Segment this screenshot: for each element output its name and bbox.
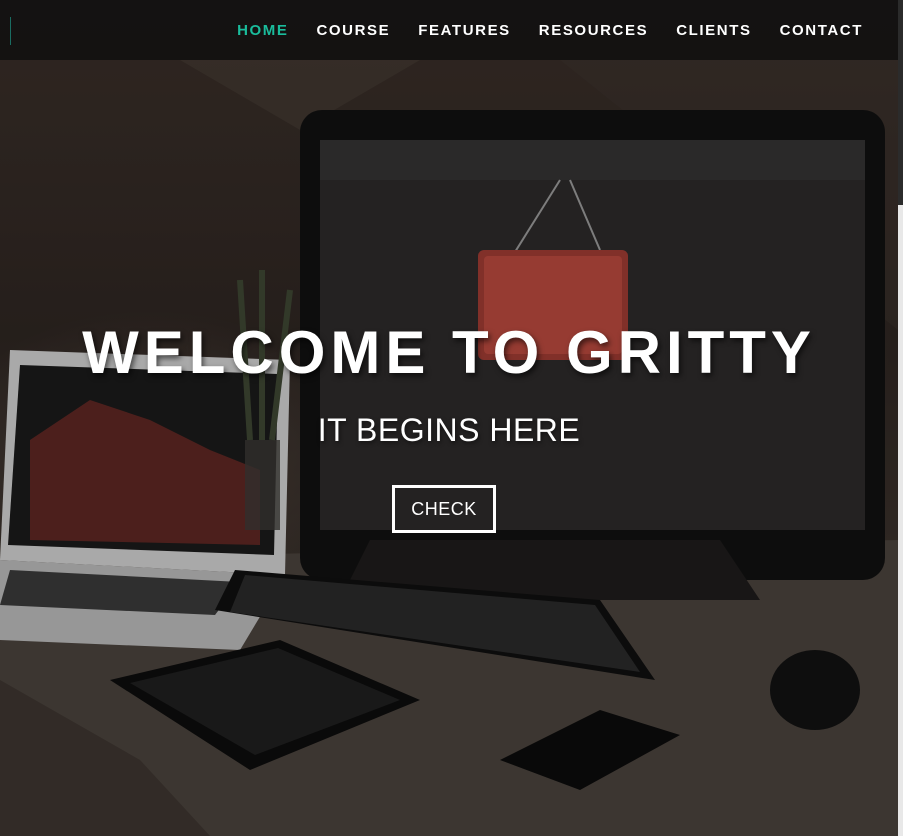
nav-item-resources[interactable]: RESOURCES xyxy=(539,22,648,39)
landing-page: HOME COURSE FEATURES RESOURCES CLIENTS C… xyxy=(0,0,903,836)
brand-logo[interactable] xyxy=(10,17,11,45)
nav-item-features[interactable]: FEATURES xyxy=(418,22,511,39)
hero-title: WELCOME TO GRITTY xyxy=(82,319,816,386)
scrollbar-thumb[interactable] xyxy=(898,0,903,205)
hero-subtitle: IT BEGINS HERE xyxy=(317,412,581,448)
nav-item-home[interactable]: HOME xyxy=(237,22,288,39)
page-scrollbar[interactable] xyxy=(898,0,903,836)
nav-item-course[interactable]: COURSE xyxy=(316,22,390,39)
check-button[interactable]: CHECK xyxy=(392,485,496,533)
nav-item-contact[interactable]: CONTACT xyxy=(780,22,863,39)
main-nav: HOME COURSE FEATURES RESOURCES CLIENTS C… xyxy=(237,0,863,60)
top-navbar: HOME COURSE FEATURES RESOURCES CLIENTS C… xyxy=(0,0,898,60)
nav-item-clients[interactable]: CLIENTS xyxy=(676,22,751,39)
